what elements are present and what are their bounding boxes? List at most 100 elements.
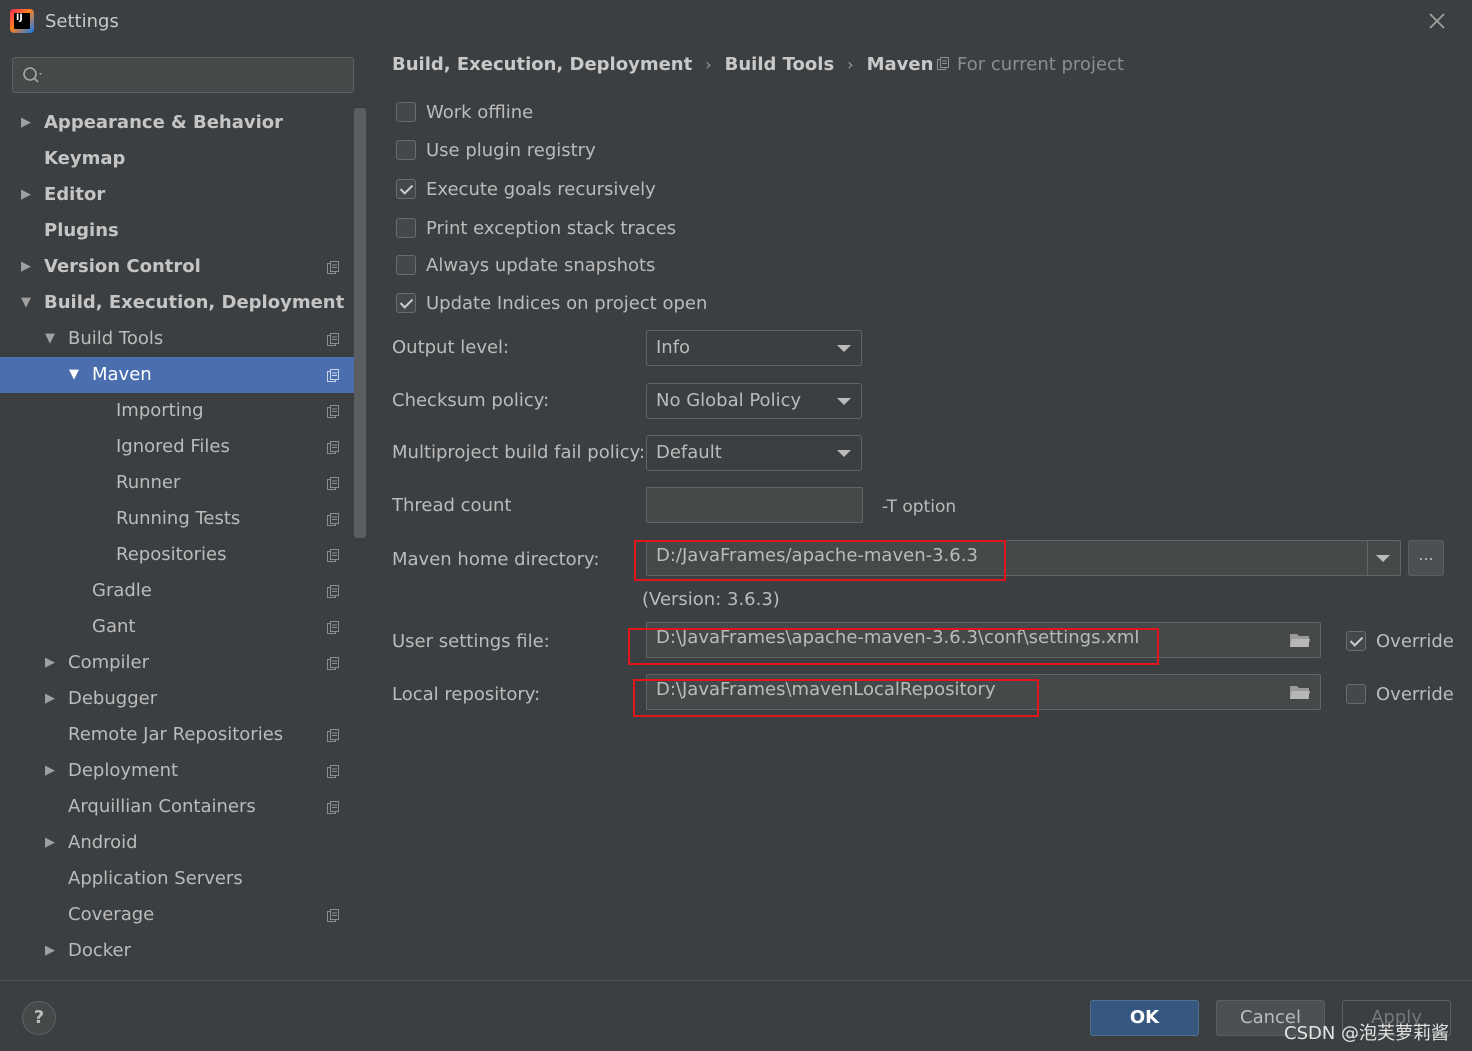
sidebar-item-build-tools[interactable]: ▼ Build Tools	[0, 321, 354, 357]
local-repository-override-checkbox[interactable]	[1346, 684, 1366, 704]
override-label: Override	[1376, 684, 1454, 705]
expand-arrow-icon[interactable]: ▶	[42, 681, 58, 717]
project-level-icon	[327, 765, 339, 778]
sidebar-item-ignored-files[interactable]: Ignored Files	[0, 429, 354, 465]
sidebar-item-deployment[interactable]: ▶ Deployment	[0, 753, 354, 789]
settings-sidebar: ▶ Appearance & Behavior Keymap ▶ Editor …	[0, 44, 366, 980]
thread-count-note: -T option	[882, 497, 957, 517]
use-plugin-registry-checkbox[interactable]	[396, 140, 416, 160]
always-update-checkbox[interactable]	[396, 255, 416, 275]
sidebar-item-keymap[interactable]: Keymap	[0, 141, 354, 177]
print-exception-checkbox[interactable]	[396, 218, 416, 238]
sidebar-item-label: Compiler	[68, 652, 150, 673]
sidebar-item-label: Android	[68, 832, 138, 853]
intellij-app-icon: IJ	[10, 9, 34, 33]
sidebar-item-label: Gant	[92, 616, 136, 637]
sidebar-item-application-servers[interactable]: Application Servers	[0, 861, 354, 897]
collapse-arrow-icon[interactable]: ▼	[18, 285, 34, 321]
collapse-arrow-icon[interactable]: ▼	[42, 321, 58, 357]
browse-maven-home-button[interactable]: ...	[1408, 540, 1444, 576]
search-input[interactable]	[53, 62, 343, 88]
expand-arrow-icon[interactable]: ▶	[18, 105, 34, 141]
sidebar-item-android[interactable]: ▶ Android	[0, 825, 354, 861]
multiproject-policy-select[interactable]: Default	[646, 435, 862, 471]
sidebar-item-remote-jar-repositories[interactable]: Remote Jar Repositories	[0, 717, 354, 753]
sidebar-item-coverage[interactable]: Coverage	[0, 897, 354, 933]
breadcrumb: Build, Execution, Deployment › Build Tools…	[392, 53, 933, 79]
sidebar-item-maven[interactable]: ▼ Maven	[0, 357, 366, 393]
sidebar-item-plugins[interactable]: Plugins	[0, 213, 354, 249]
sidebar-item-label: Build Tools	[68, 328, 164, 349]
thread-count-input[interactable]	[646, 487, 863, 523]
multiproject-policy-label: Multiproject build fail policy:	[392, 442, 646, 463]
breadcrumb-item[interactable]: Build, Execution, Deployment	[392, 54, 692, 75]
chevron-down-icon[interactable]	[1376, 555, 1390, 562]
sidebar-item-label: Arquillian Containers	[68, 796, 256, 817]
local-repository-label: Local repository:	[392, 684, 541, 705]
sidebar-item-label: Plugins	[44, 220, 119, 241]
sidebar-item-label: Deployment	[68, 760, 179, 781]
sidebar-item-docker[interactable]: ▶ Docker	[0, 933, 354, 969]
for-current-project-text: For current project	[957, 54, 1124, 75]
sidebar-item-importing[interactable]: Importing	[0, 393, 354, 429]
sidebar-item-label: Remote Jar Repositories	[68, 724, 284, 745]
annotation-highlight	[628, 628, 1159, 665]
user-settings-label: User settings file:	[392, 631, 550, 652]
update-indices-checkbox[interactable]	[396, 293, 416, 313]
sidebar-item-repositories[interactable]: Repositories	[0, 537, 354, 573]
sidebar-item-version-control[interactable]: ▶ Version Control	[0, 249, 354, 285]
breadcrumb-item[interactable]: Build Tools	[725, 54, 835, 75]
search-icon	[23, 67, 42, 83]
chevron-down-icon	[837, 398, 851, 405]
sidebar-item-label: Coverage	[68, 904, 155, 925]
breadcrumb-item: Maven	[866, 53, 934, 75]
expand-arrow-icon[interactable]: ▶	[42, 753, 58, 789]
project-level-icon	[327, 585, 339, 598]
sidebar-item-build-execution-deployment[interactable]: ▼ Build, Execution, Deployment	[0, 285, 354, 321]
folder-icon[interactable]	[1289, 683, 1311, 701]
user-settings-override-checkbox[interactable]	[1346, 631, 1366, 651]
sidebar-item-arquillian-containers[interactable]: Arquillian Containers	[0, 789, 354, 825]
sidebar-item-compiler[interactable]: ▶ Compiler	[0, 645, 354, 681]
sidebar-scrollbar[interactable]	[354, 108, 366, 538]
expand-arrow-icon[interactable]: ▶	[42, 825, 58, 861]
sidebar-item-gant[interactable]: Gant	[0, 609, 354, 645]
sidebar-item-gradle[interactable]: Gradle	[0, 573, 354, 609]
sidebar-item-editor[interactable]: ▶ Editor	[0, 177, 354, 213]
expand-arrow-icon[interactable]: ▶	[18, 249, 34, 285]
collapse-arrow-icon[interactable]: ▼	[66, 357, 82, 393]
output-level-label: Output level:	[392, 337, 510, 358]
work-offline-checkbox[interactable]	[396, 102, 416, 122]
project-level-icon	[327, 369, 339, 382]
checksum-policy-label: Checksum policy:	[392, 390, 550, 411]
multiproject-policy-value: Default	[656, 442, 722, 463]
ok-button[interactable]: OK	[1090, 1000, 1199, 1036]
sidebar-item-appearance-behavior[interactable]: ▶ Appearance & Behavior	[0, 105, 354, 141]
checksum-policy-select[interactable]: No Global Policy	[646, 383, 862, 419]
dialog-button-bar: ? OK Cancel Apply CSDN @泡芙萝莉酱	[0, 980, 1472, 1051]
title-bar: IJ Settings	[0, 0, 1472, 44]
sidebar-item-label: Build, Execution, Deployment	[44, 292, 345, 313]
output-level-select[interactable]: Info	[646, 330, 862, 366]
sidebar-item-label: Appearance & Behavior	[44, 112, 284, 133]
sidebar-item-runner[interactable]: Runner	[0, 465, 354, 501]
chevron-down-icon	[837, 345, 851, 352]
sidebar-item-label: Editor	[44, 184, 106, 205]
folder-icon[interactable]	[1289, 631, 1311, 649]
annotation-highlight	[634, 540, 1006, 581]
execute-goals-checkbox[interactable]	[396, 179, 416, 199]
expand-arrow-icon[interactable]: ▶	[18, 177, 34, 213]
close-icon[interactable]	[1424, 8, 1450, 34]
annotation-highlight	[633, 679, 1039, 717]
project-level-icon	[327, 261, 339, 274]
settings-search-box[interactable]	[12, 57, 354, 93]
sidebar-item-debugger[interactable]: ▶ Debugger	[0, 681, 354, 717]
checksum-policy-value: No Global Policy	[656, 390, 802, 411]
help-button[interactable]: ?	[22, 1001, 56, 1035]
expand-arrow-icon[interactable]: ▶	[42, 645, 58, 681]
expand-arrow-icon[interactable]: ▶	[42, 933, 58, 969]
sidebar-item-running-tests[interactable]: Running Tests	[0, 501, 354, 537]
sidebar-item-label: Version Control	[44, 256, 201, 277]
project-level-icon	[327, 621, 339, 634]
project-level-icon	[327, 549, 339, 562]
